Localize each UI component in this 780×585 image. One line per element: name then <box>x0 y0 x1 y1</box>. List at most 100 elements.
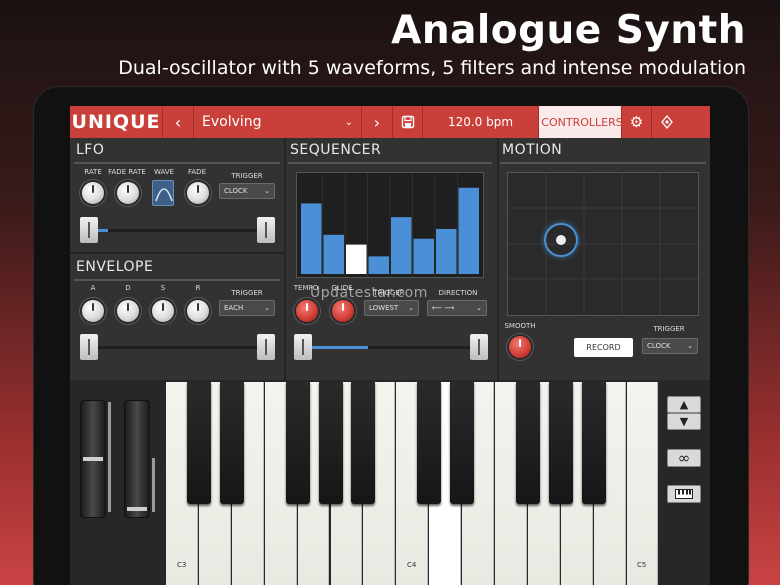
envelope-attack-knob[interactable] <box>82 300 104 322</box>
sequencer-direction-dropdown[interactable]: ⟵ ⟶ ⌄ <box>427 300 487 316</box>
direction-arrows-icon: ⟵ ⟶ <box>432 304 455 312</box>
octave-up-button[interactable]: ▲ <box>667 396 701 413</box>
triangle-up-icon: ▲ <box>679 398 689 411</box>
previous-preset-button[interactable]: ‹ <box>163 106 194 138</box>
sequencer-slider-right-handle[interactable] <box>470 334 488 360</box>
tempo-display[interactable]: 120.0 bpm <box>423 106 539 138</box>
headline-subtitle: Dual-oscillator with 5 waveforms, 5 filt… <box>118 57 746 79</box>
envelope-title-underline <box>74 279 280 281</box>
envelope-trigger-label: TRIGGER <box>231 289 263 297</box>
pitch-bend-wheel[interactable] <box>80 400 106 518</box>
controllers-button[interactable]: CONTROLLERS <box>539 106 623 138</box>
motion-smooth-label: SMOOTH <box>504 322 536 330</box>
motion-title: MOTION <box>502 142 563 158</box>
sequencer-step-1[interactable] <box>301 203 322 274</box>
gear-icon: ⚙ <box>629 113 644 131</box>
lfo-wave-label: WAVE <box>153 168 175 176</box>
envelope-d-label: D <box>125 284 131 292</box>
key-label-c5: C5 <box>637 561 647 569</box>
lfo-fade-rate-knob[interactable] <box>117 182 139 204</box>
envelope-release-knob[interactable] <box>187 300 209 322</box>
midi-button[interactable] <box>652 106 681 138</box>
sequencer-title: SEQUENCER <box>290 142 382 158</box>
motion-pad-grid <box>508 173 698 315</box>
black-key-4[interactable] <box>285 382 310 504</box>
keyboard-icon <box>675 489 693 499</box>
envelope-slider-left-handle[interactable] <box>80 334 98 360</box>
top-bar: UNIQUE ‹ Evolving ⌄ › 120.0 bpm CONTROLL… <box>70 106 710 138</box>
black-key-9[interactable] <box>450 382 475 504</box>
sequencer-step-3[interactable] <box>346 244 367 274</box>
motion-record-button[interactable]: RECORD <box>574 338 633 357</box>
motion-pad-cursor[interactable] <box>544 223 578 257</box>
lfo-wave-selector[interactable] <box>152 180 174 206</box>
lfo-slider-left-handle[interactable] <box>80 217 98 243</box>
triangle-down-icon: ▼ <box>679 415 689 428</box>
preset-selector[interactable]: Evolving ⌄ <box>194 106 362 138</box>
sequencer-step-8[interactable] <box>458 187 480 274</box>
motion-trigger-dropdown[interactable]: CLOCK ⌄ <box>642 338 698 354</box>
sequencer-tempo-knob[interactable] <box>296 300 318 322</box>
octave-down-button[interactable]: ▼ <box>667 413 701 430</box>
pitch-wheel-rail <box>108 402 111 512</box>
black-key-6[interactable] <box>351 382 376 504</box>
lfo-title-underline <box>74 162 280 164</box>
sequencer-step-6[interactable] <box>413 238 435 274</box>
lfo-slider-track[interactable] <box>98 229 258 232</box>
lfo-slider-fill <box>98 229 108 232</box>
sequencer-step-5[interactable] <box>391 217 412 274</box>
envelope-trigger-dropdown[interactable]: EACH ⌄ <box>219 300 275 316</box>
pitch-wheel-marker <box>83 457 103 461</box>
sequencer-step-4[interactable] <box>368 256 390 274</box>
mod-wheel-rail <box>152 458 155 512</box>
envelope-a-label: A <box>90 284 96 292</box>
headline: Analogue Synth Dual-oscillator with 5 wa… <box>118 8 746 79</box>
black-key-2[interactable] <box>219 382 244 504</box>
chevron-left-icon: ‹ <box>174 112 182 132</box>
hold-button[interactable]: ∞ <box>667 449 701 467</box>
black-key-12[interactable] <box>548 382 573 504</box>
envelope-r-label: R <box>195 284 201 292</box>
controllers-label: CONTROLLERS <box>541 115 623 129</box>
motion-xy-pad[interactable] <box>507 172 699 316</box>
divider-lfo-seq <box>284 138 286 380</box>
infinity-icon: ∞ <box>677 449 691 467</box>
black-key-13[interactable] <box>581 382 606 504</box>
envelope-sustain-knob[interactable] <box>152 300 174 322</box>
divider-lfo-envelope <box>70 252 284 254</box>
keyboard-view-button[interactable] <box>667 485 701 503</box>
sequencer-title-underline <box>288 162 492 164</box>
motion-smooth-knob[interactable] <box>509 336 531 358</box>
envelope-decay-knob[interactable] <box>117 300 139 322</box>
lfo-fade-rate-label: FADE RATE <box>108 168 146 176</box>
sequencer-slider-left-handle[interactable] <box>294 334 312 360</box>
save-button[interactable] <box>393 106 423 138</box>
chevron-down-icon: ⌄ <box>476 304 482 312</box>
sequencer-step-grid[interactable] <box>296 172 484 278</box>
lfo-rate-knob[interactable] <box>82 182 104 204</box>
sequencer-direction-label: DIRECTION <box>438 289 478 297</box>
envelope-slider-track[interactable] <box>98 346 258 349</box>
divider-seq-motion <box>497 138 499 380</box>
lfo-fade-knob[interactable] <box>187 182 209 204</box>
envelope-s-label: S <box>160 284 166 292</box>
save-icon <box>401 115 414 129</box>
next-preset-button[interactable]: › <box>362 106 393 138</box>
key-label-c3: C3 <box>177 561 187 569</box>
preset-name: Evolving <box>202 114 262 130</box>
white-key-15[interactable] <box>626 382 659 585</box>
black-key-11[interactable] <box>515 382 540 504</box>
sequencer-trigger-dropdown[interactable]: LOWEST ⌄ <box>364 300 419 316</box>
black-key-5[interactable] <box>318 382 343 504</box>
lfo-trigger-dropdown[interactable]: CLOCK ⌄ <box>219 183 275 199</box>
lfo-slider-right-handle[interactable] <box>257 217 275 243</box>
black-key-1[interactable] <box>186 382 211 504</box>
motion-title-underline <box>500 162 706 164</box>
black-key-8[interactable] <box>417 382 442 504</box>
envelope-slider-right-handle[interactable] <box>257 334 275 360</box>
sequencer-glide-knob[interactable] <box>332 300 354 322</box>
settings-button[interactable]: ⚙ <box>622 106 652 138</box>
sequencer-step-2[interactable] <box>323 234 345 274</box>
sequencer-step-7[interactable] <box>436 228 457 274</box>
modulation-wheel[interactable] <box>124 400 150 518</box>
